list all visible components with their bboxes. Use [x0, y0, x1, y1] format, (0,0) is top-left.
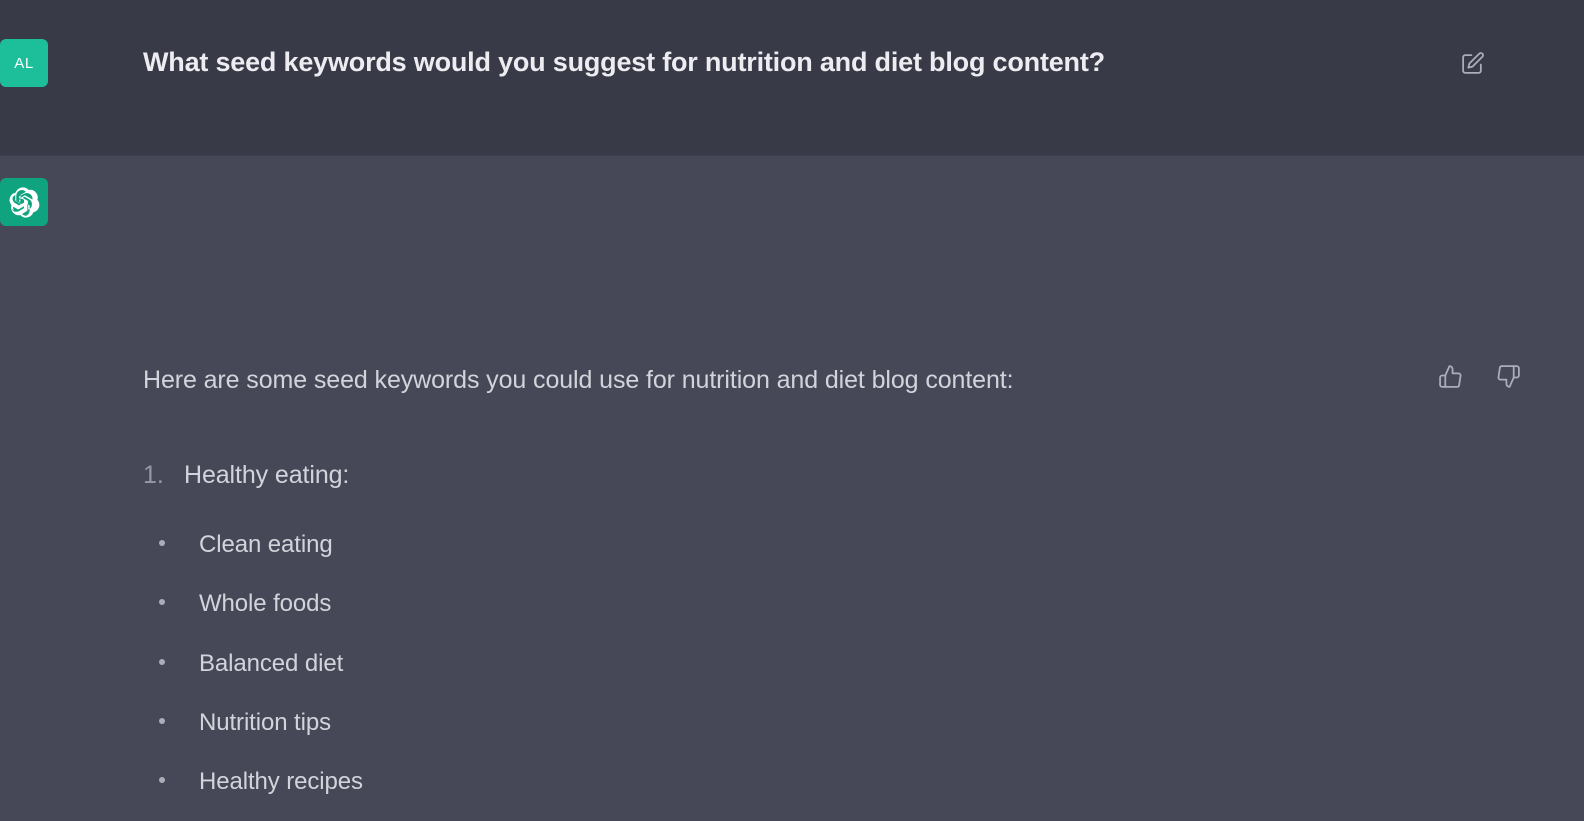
list-item: Nutrition tips	[158, 707, 1414, 738]
list-item-label: Nutrition tips	[199, 708, 331, 736]
assistant-avatar	[0, 178, 48, 226]
list-item-label: Balanced diet	[199, 649, 344, 677]
thumbs-up-button[interactable]	[1435, 361, 1466, 392]
bullet-dot-icon	[159, 658, 165, 665]
user-message-inner: AL What seed keywords would you suggest …	[0, 0, 1584, 155]
keyword-list-1: Clean eating Whole foods Balanced diet N…	[143, 529, 1414, 821]
assistant-message-block: Here are some seed keywords you could us…	[0, 155, 1584, 821]
bullet-dot-icon	[159, 777, 165, 783]
thumbs-up-icon	[1438, 364, 1463, 389]
list-item: Whole foods	[158, 588, 1414, 619]
chat-conversation: AL What seed keywords would you suggest …	[0, 0, 1584, 821]
bullet-dot-icon	[159, 540, 165, 547]
openai-logo-icon	[9, 186, 40, 218]
keyword-group-1: 1. Healthy eating: Clean eating Whole fo…	[143, 459, 1414, 821]
list-item-label: Healthy recipes	[199, 768, 363, 795]
thumbs-down-icon	[1496, 364, 1521, 389]
list-item-label: Whole foods	[199, 590, 332, 618]
list-item: Clean eating	[158, 529, 1414, 560]
edit-message-button[interactable]	[1457, 48, 1488, 79]
edit-icon	[1460, 51, 1485, 76]
list-item: Healthy recipes	[158, 766, 1414, 797]
bullet-dot-icon	[159, 599, 165, 606]
user-message-text: What seed keywords would you suggest for…	[143, 47, 1105, 77]
thumbs-down-button[interactable]	[1493, 361, 1524, 392]
list-item: Balanced diet	[158, 648, 1414, 679]
assistant-lead-text: Here are some seed keywords you could us…	[143, 366, 1014, 394]
keyword-group-1-marker: 1.	[143, 460, 164, 489]
assistant-message-body: Here are some seed keywords you could us…	[143, 156, 1414, 821]
list-item-label: Clean eating	[199, 531, 333, 559]
user-message-block: AL What seed keywords would you suggest …	[0, 0, 1584, 155]
user-message-actions	[1457, 48, 1488, 79]
assistant-message-actions	[1435, 361, 1524, 392]
bullet-dot-icon	[159, 717, 165, 724]
user-avatar: AL	[0, 39, 48, 87]
user-avatar-initials: AL	[14, 54, 34, 72]
keyword-group-list: 1. Healthy eating: Clean eating Whole fo…	[143, 459, 1414, 821]
assistant-message-inner: Here are some seed keywords you could us…	[0, 156, 1584, 821]
